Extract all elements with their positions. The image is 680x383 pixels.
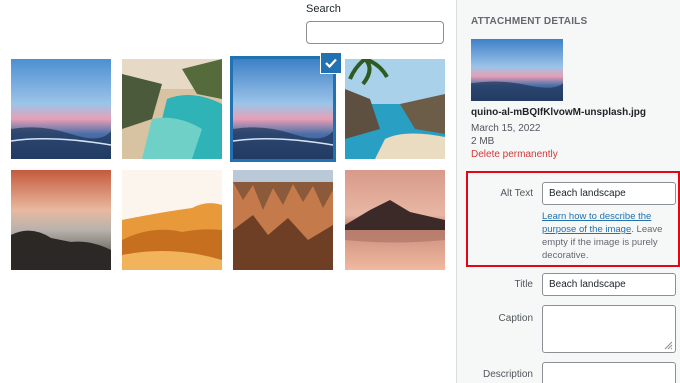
caption-textarea[interactable] <box>542 305 676 353</box>
media-thumb-canyon-hoodoos[interactable] <box>233 170 333 270</box>
caption-label: Caption <box>498 313 533 324</box>
attachment-size: 2 MB <box>471 136 495 147</box>
description-textarea[interactable] <box>542 362 676 383</box>
search-input[interactable] <box>306 21 444 44</box>
media-thumb-sunset-beach-1[interactable] <box>11 59 111 159</box>
media-thumb-palm-cove[interactable] <box>345 59 445 159</box>
delete-permanently-link[interactable]: Delete permanently <box>471 149 558 160</box>
attachment-details-sidebar: ATTACHMENT DETAILS quino-al-mBQIfKlvowM-… <box>456 0 680 383</box>
selected-check-icon[interactable] <box>320 52 342 74</box>
media-thumb-sunset-beach-2[interactable] <box>230 56 336 162</box>
attachment-details-heading: ATTACHMENT DETAILS <box>471 16 588 27</box>
alt-text-help: Learn how to describe the purpose of the… <box>542 210 676 262</box>
attachment-filename: quino-al-mBQIfKlvowM-unsplash.jpg <box>471 107 646 118</box>
media-thumb-cove-waterfall[interactable] <box>122 59 222 159</box>
title-input[interactable] <box>542 273 676 296</box>
title-label: Title <box>514 279 533 290</box>
description-label: Description <box>482 369 533 380</box>
search-label: Search <box>306 3 341 15</box>
attachment-preview-image <box>471 39 563 101</box>
alt-text-label: Alt Text <box>500 188 533 199</box>
media-thumb-lake-mountain[interactable] <box>345 170 445 270</box>
resize-grip-icon[interactable] <box>664 341 673 350</box>
alt-text-input[interactable] <box>542 182 676 205</box>
media-thumb-desert-dunes[interactable] <box>122 170 222 270</box>
media-thumb-misty-shore[interactable] <box>11 170 111 270</box>
attachment-date: March 15, 2022 <box>471 123 541 134</box>
